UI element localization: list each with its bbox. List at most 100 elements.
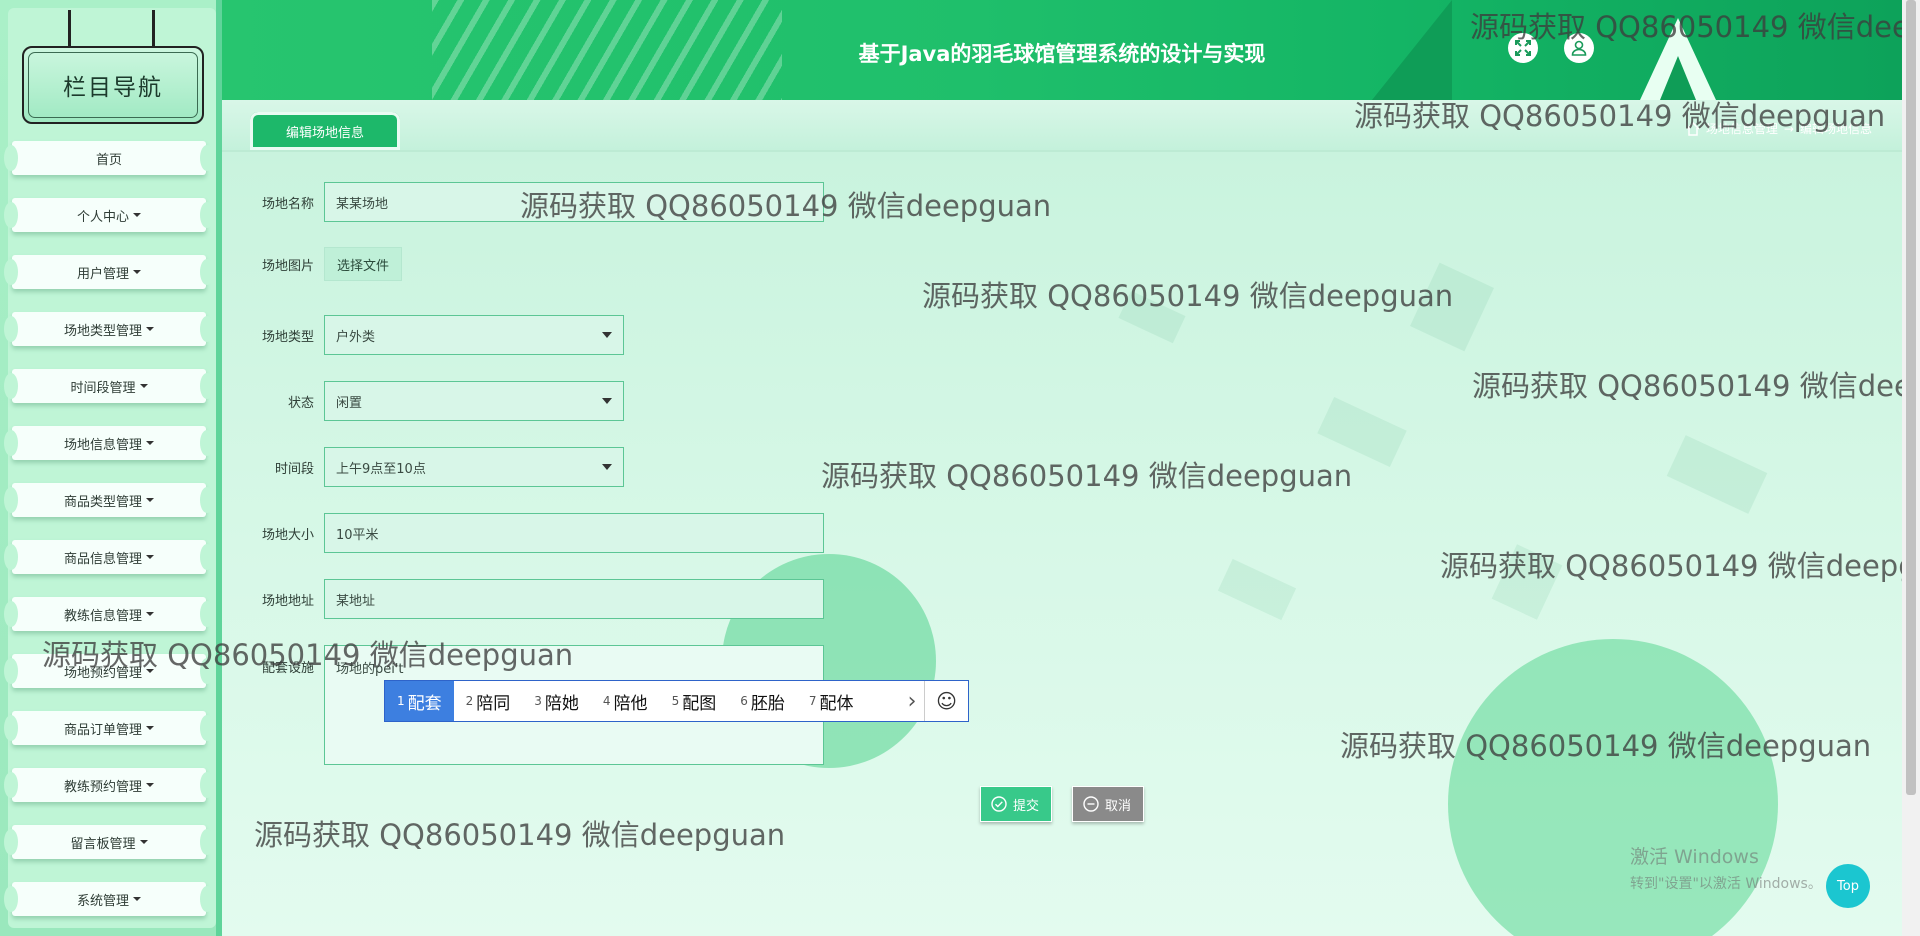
background-shard — [1118, 290, 1186, 344]
sidebar-item-label: 个人中心 — [76, 209, 129, 225]
submit-label: 提交 — [1013, 798, 1040, 814]
sidebar-item[interactable]: 留言板管理 — [4, 825, 214, 859]
chevron-down-icon — [602, 398, 612, 404]
tab-edit-venue[interactable]: 编辑场地信息 — [250, 112, 400, 150]
activation-title: 激活 Windows — [1630, 846, 1759, 868]
back-to-top-button[interactable]: Top — [1826, 864, 1870, 908]
ime-candidate-text: 配套 — [407, 693, 442, 714]
home-icon — [1686, 121, 1700, 136]
ime-candidate[interactable]: 2 陪同 — [454, 681, 523, 721]
sidebar-item[interactable]: 用户管理 — [4, 255, 214, 289]
caret-down-icon — [146, 783, 154, 787]
timeslot-label: 时间段 — [274, 461, 314, 477]
user-icon — [1571, 40, 1587, 56]
tab-bar: 编辑场地信息 场地信息管理 → 编辑场地信息 — [222, 100, 1902, 152]
venue-image-row: 场地图片 选择文件 — [222, 247, 403, 281]
background-shard — [1217, 558, 1297, 621]
smiley-icon[interactable]: ☺ — [924, 681, 968, 721]
venue-image-label: 场地图片 — [261, 258, 314, 274]
sidebar-item-label: 商品订单管理 — [63, 722, 142, 738]
fullscreen-button[interactable] — [1508, 33, 1538, 63]
chevron-down-icon — [602, 332, 612, 338]
sidebar-item-label: 场地类型管理 — [63, 323, 142, 339]
sidebar-item[interactable]: 教练信息管理 — [4, 597, 214, 631]
venue-name-input[interactable]: 某某场地 — [324, 182, 824, 222]
background-shard — [1410, 262, 1494, 352]
chevron-right-icon[interactable]: › — [900, 681, 924, 721]
sidebar-item[interactable]: 个人中心 — [4, 198, 214, 232]
sidebar-item[interactable]: 场地预约管理 — [4, 654, 214, 688]
timeslot-row: 时间段 上午9点至10点 — [222, 447, 624, 487]
sidebar-item-label: 首页 — [95, 152, 122, 168]
venue-type-label: 场地类型 — [261, 329, 314, 345]
sidebar-heading: 栏目导航 — [22, 46, 204, 124]
status-value: 闲置 — [336, 395, 363, 411]
breadcrumb-current: 编辑场地信息 — [1799, 122, 1872, 136]
status-label: 状态 — [287, 395, 314, 411]
sidebar-item-label: 场地预约管理 — [63, 665, 142, 681]
user-button[interactable] — [1564, 33, 1594, 63]
timeslot-select[interactable]: 上午9点至10点 — [324, 447, 624, 487]
venue-address-label: 场地地址 — [261, 593, 314, 609]
venue-type-select[interactable]: 户外类 — [324, 315, 624, 355]
sidebar-nav: 首页个人中心用户管理场地类型管理时间段管理场地信息管理商品类型管理商品信息管理教… — [4, 141, 214, 936]
sidebar-item[interactable]: 商品信息管理 — [4, 540, 214, 574]
background-shard — [1317, 396, 1407, 468]
ime-candidate[interactable]: 4 陪他 — [591, 681, 660, 721]
scrollbar[interactable] — [1902, 0, 1920, 936]
sidebar-item[interactable]: 场地信息管理 — [4, 426, 214, 460]
sidebar-item[interactable]: 系统管理 — [4, 882, 214, 916]
app-header: 基于Java的羽毛球馆管理系统的设计与实现 — [222, 0, 1902, 100]
submit-button[interactable]: 提交 — [980, 786, 1052, 822]
sidebar-item[interactable]: 首页 — [4, 141, 214, 175]
ime-candidate[interactable]: 5 配图 — [660, 681, 729, 721]
caret-down-icon — [146, 555, 154, 559]
ime-candidate-list: 1 配套 2 陪同 3 陪她 4 陪他 5 配图 6 胚胎 7 配体 — [385, 681, 865, 721]
sidebar-item-label: 系统管理 — [76, 893, 129, 909]
facilities-text: 场地的pei't — [336, 662, 404, 677]
ime-candidate[interactable]: 1 配套 — [385, 681, 454, 721]
ime-candidate[interactable]: 6 胚胎 — [728, 681, 797, 721]
breadcrumb-separator: → — [1783, 121, 1794, 136]
venue-size-input[interactable]: 10平米 — [324, 513, 824, 553]
status-row: 状态 闲置 — [222, 381, 624, 421]
venue-name-row: 场地名称 某某场地 — [222, 182, 824, 222]
scrollbar-thumb[interactable] — [1906, 0, 1916, 795]
sidebar-item[interactable]: 教练预约管理 — [4, 768, 214, 802]
sidebar-item-label: 用户管理 — [76, 266, 129, 282]
ime-candidate-text: 配图 — [682, 693, 717, 714]
venue-type-row: 场地类型 户外类 — [222, 315, 624, 355]
sidebar-item-label: 留言板管理 — [70, 836, 136, 852]
sidebar-item[interactable]: 商品类型管理 — [4, 483, 214, 517]
caret-down-icon — [133, 213, 141, 217]
ime-candidate-number: 1 — [397, 694, 405, 708]
ime-candidate-number: 3 — [534, 694, 542, 708]
venue-address-input[interactable]: 某地址 — [324, 579, 824, 619]
cancel-label: 取消 — [1105, 798, 1132, 814]
nav-sign: 栏目导航 — [22, 10, 204, 124]
ime-candidate[interactable]: 7 配体 — [797, 681, 866, 721]
ime-candidate-bar: 1 配套 2 陪同 3 陪她 4 陪他 5 配图 6 胚胎 7 配体 › ☺ — [384, 680, 969, 722]
sidebar-item-label: 场地信息管理 — [63, 437, 142, 453]
ime-candidate-number: 6 — [740, 694, 748, 708]
facilities-label: 配套设施 — [261, 661, 314, 676]
sidebar-item[interactable]: 商品订单管理 — [4, 711, 214, 745]
caret-down-icon — [139, 384, 148, 388]
choose-file-button[interactable]: 选择文件 — [324, 247, 403, 281]
minus-circle-icon — [1083, 796, 1099, 812]
venue-size-label: 场地大小 — [261, 527, 314, 543]
background-shard — [1666, 435, 1768, 514]
sidebar-item-label: 商品信息管理 — [63, 551, 142, 567]
breadcrumb-parent[interactable]: 场地信息管理 — [1706, 120, 1778, 137]
ime-candidate-number: 7 — [808, 694, 817, 708]
cancel-button[interactable]: 取消 — [1072, 786, 1144, 822]
ime-candidate[interactable]: 3 陪她 — [522, 681, 591, 721]
ime-candidate-text: 陪他 — [613, 693, 648, 714]
sidebar-item[interactable]: 场地类型管理 — [4, 312, 214, 346]
chevron-down-icon — [602, 464, 612, 470]
sidebar-item[interactable]: 时间段管理 — [4, 369, 214, 403]
status-select[interactable]: 闲置 — [324, 381, 624, 421]
activation-subtitle: 转到"设置"以激活 Windows。 — [1630, 876, 1822, 892]
sign-rope-right — [152, 10, 155, 46]
ime-candidate-text: 配体 — [819, 693, 854, 714]
